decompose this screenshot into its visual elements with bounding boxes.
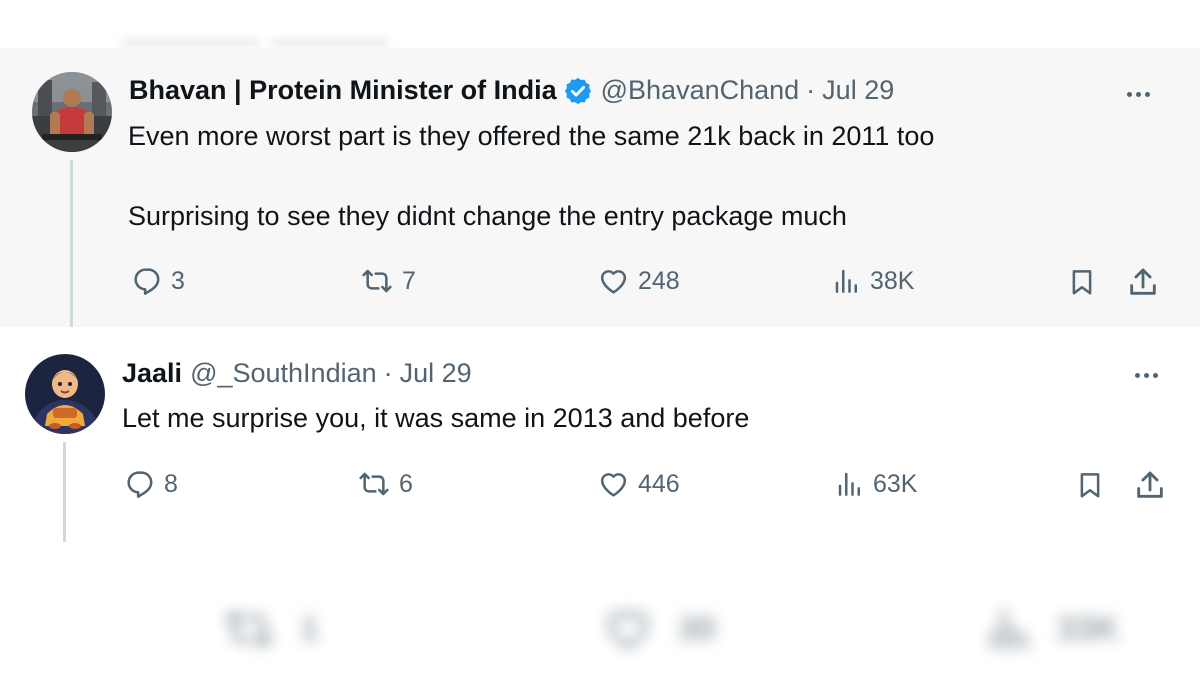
like-count: 248 [638, 266, 680, 295]
blurred-repost-count: 1 [300, 609, 319, 648]
share-icon [1137, 471, 1163, 498]
avatar-bhavan[interactable] [32, 72, 112, 152]
like-button[interactable]: 446 [597, 468, 680, 500]
blurred-background-tweet: 1 30 33K [0, 560, 1200, 675]
author-name[interactable]: Bhavan | Protein Minister of India [129, 75, 557, 106]
repost-button[interactable]: 7 [360, 265, 416, 297]
views-icon [838, 472, 860, 496]
tweet-text-line: Even more worst part is they offered the… [128, 121, 935, 151]
tweet-text-line: Let me surprise you, it was same in 2013… [122, 403, 750, 433]
author-handle[interactable]: @BhavanChand [601, 75, 800, 106]
tweet-text-line: Surprising to see they didnt change the … [128, 201, 847, 231]
blurred-views-count: 33K [1057, 609, 1120, 648]
like-count: 446 [638, 469, 680, 498]
repost-icon [359, 472, 389, 496]
views-button[interactable]: 63K [835, 468, 917, 500]
header-separator: · [383, 358, 393, 388]
share-button[interactable] [1133, 468, 1167, 502]
more-icon[interactable] [1135, 373, 1158, 378]
thread-connector-line [70, 160, 73, 327]
share-button[interactable] [1126, 265, 1160, 299]
blurred-like-count: 30 [678, 609, 716, 648]
blurred-like-stat: 30 [600, 604, 716, 654]
like-icon [600, 270, 627, 294]
reply-count: 3 [171, 266, 185, 295]
tweet-bhavan[interactable]: Bhavan | Protein Minister of India @Bhav… [0, 48, 1200, 327]
bookmark-icon [1080, 473, 1100, 498]
blurred-views-stat: 33K [985, 604, 1119, 654]
cropped-text-ghost [270, 38, 390, 48]
views-count: 38K [870, 266, 915, 295]
views-count: 63K [873, 469, 918, 498]
avatar-jaali[interactable] [25, 354, 105, 434]
reply-icon [134, 268, 160, 295]
avatar-bhavan-image [32, 72, 112, 152]
reply-button[interactable]: 8 [124, 468, 178, 500]
repost-count: 7 [402, 266, 416, 295]
reply-count: 8 [164, 469, 178, 498]
bookmark-icon [1072, 270, 1092, 295]
header-separator: · [806, 75, 816, 105]
share-icon [1130, 268, 1156, 295]
author-name[interactable]: Jaali [122, 358, 182, 389]
blurred-repost-stat: 1 [220, 604, 319, 654]
author-handle[interactable]: @_SouthIndian [190, 358, 377, 389]
reply-button[interactable]: 3 [131, 265, 185, 297]
repost-count: 6 [399, 469, 413, 498]
more-icon[interactable] [1127, 92, 1150, 97]
thread-connector-line [63, 442, 66, 542]
like-icon [607, 611, 649, 650]
avatar-jaali-image [25, 354, 105, 434]
like-icon [600, 473, 627, 497]
tweet-header: Bhavan | Protein Minister of India @Bhav… [129, 75, 894, 106]
tweet-jaali[interactable]: Jaali @_SouthIndian · Jul 29 Let me surp… [0, 336, 1200, 542]
views-button[interactable]: 38K [832, 265, 914, 297]
views-icon [835, 269, 857, 293]
verified-icon[interactable] [563, 76, 593, 106]
views-icon [990, 609, 1028, 650]
bookmark-button[interactable] [1067, 265, 1097, 299]
tweet-header: Jaali @_SouthIndian · Jul 29 [122, 358, 472, 389]
repost-button[interactable]: 6 [357, 468, 413, 500]
bookmark-button[interactable] [1075, 468, 1105, 502]
cropped-text-ghost [120, 38, 260, 48]
repost-icon [362, 269, 392, 293]
reply-icon [127, 471, 153, 498]
cropped-top-area [0, 0, 1200, 48]
repost-icon [225, 610, 273, 648]
like-button[interactable]: 248 [597, 265, 680, 297]
tweet-date[interactable]: Jul 29 [400, 358, 472, 389]
tweet-date[interactable]: Jul 29 [822, 75, 894, 106]
